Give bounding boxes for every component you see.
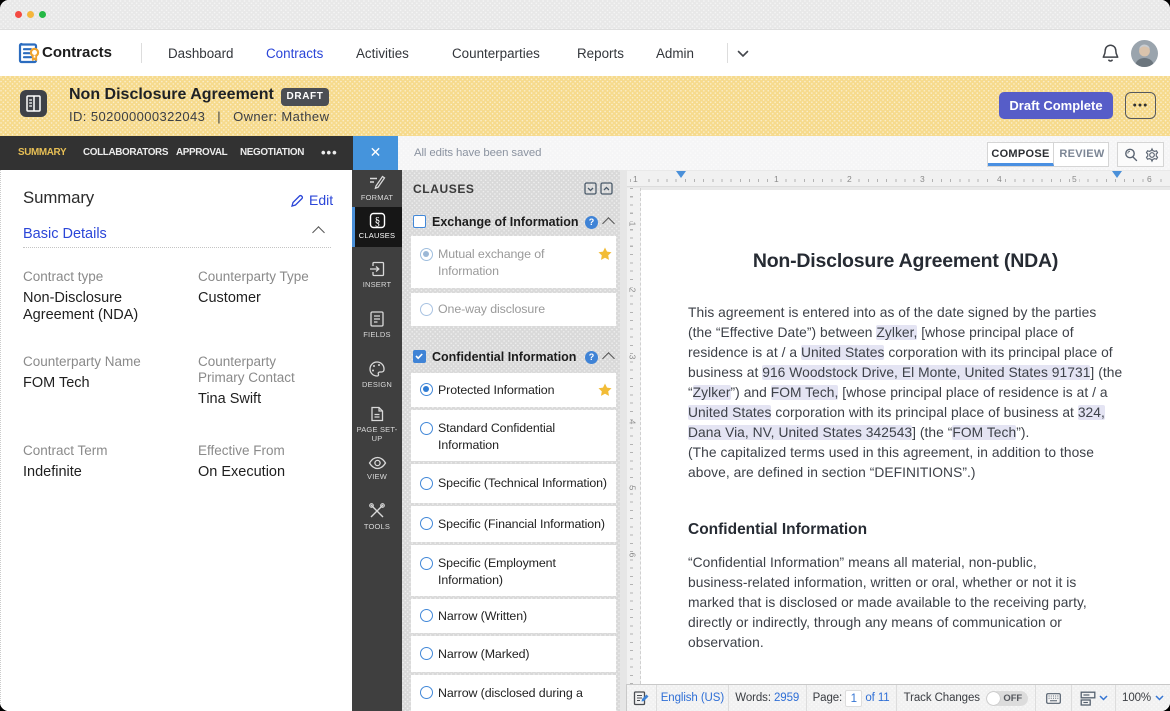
svg-text:§: § [374,216,380,228]
